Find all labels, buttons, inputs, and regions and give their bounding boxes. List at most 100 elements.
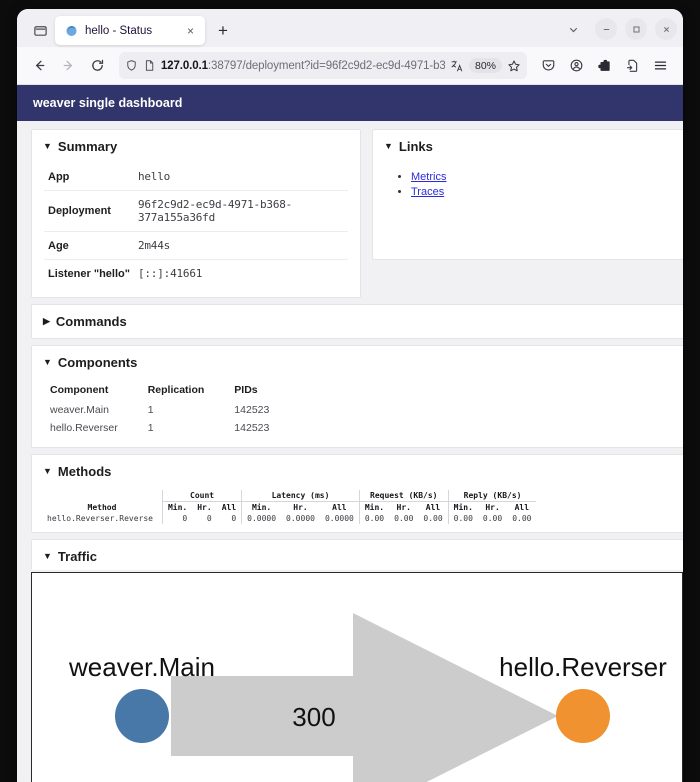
traces-link[interactable]: Traces bbox=[411, 186, 444, 198]
metrics-link[interactable]: Metrics bbox=[411, 171, 446, 183]
dashboard-header: weaver single dashboard bbox=[17, 85, 683, 121]
commands-title: Commands bbox=[55, 314, 127, 329]
source-node-circle[interactable] bbox=[115, 689, 169, 743]
translate-icon[interactable] bbox=[450, 59, 464, 73]
component-pids: 142523 bbox=[234, 422, 270, 434]
url-text[interactable]: 127.0.0.1:38797/deployment?id=96f2c9d2-e… bbox=[161, 60, 445, 72]
table-row: Listener "hello" [::]:41661 bbox=[44, 260, 348, 288]
desktop-background: hello - Status × + 127.0.0.1:38797/deplo… bbox=[0, 0, 700, 782]
star-icon[interactable] bbox=[507, 59, 521, 73]
navigation-toolbar: 127.0.0.1:38797/deployment?id=96f2c9d2-e… bbox=[17, 47, 683, 85]
reply-hr: 0.00 bbox=[482, 514, 503, 523]
url-bar-actions: 80% bbox=[450, 58, 521, 73]
traffic-graph: weaver.Main hello.Reverser 300 bbox=[31, 572, 683, 782]
summary-key: Age bbox=[44, 231, 134, 260]
traffic-graph-svg: weaver.Main hello.Reverser 300 bbox=[68, 613, 667, 782]
links-section-header[interactable]: ▼ Links bbox=[373, 130, 683, 163]
maximize-button[interactable] bbox=[625, 18, 647, 40]
links-caret-icon[interactable]: ▼ bbox=[384, 142, 393, 151]
back-button[interactable] bbox=[26, 52, 53, 79]
dashboard-body: ▼ Summary App hello Deployment 96f2c9d2-… bbox=[17, 121, 683, 782]
reply-all: 0.00 bbox=[512, 514, 532, 523]
zoom-level-badge[interactable]: 80% bbox=[469, 58, 503, 73]
target-node-label: hello.Reverser bbox=[499, 652, 667, 682]
latency-all: 0.0000 bbox=[324, 514, 354, 523]
component-replication: 1 bbox=[147, 404, 154, 416]
save-to-pocket-icon[interactable] bbox=[619, 52, 646, 79]
components-card: ▼ Components Component Replication PIDs … bbox=[31, 345, 683, 448]
column-header-request-all: All bbox=[425, 503, 441, 512]
group-header-reply: Reply (KB/s) bbox=[447, 490, 537, 502]
edge-weight-label: 300 bbox=[292, 702, 335, 732]
toolbar-actions bbox=[535, 52, 674, 79]
request-hr: 0.00 bbox=[394, 514, 414, 523]
account-icon[interactable] bbox=[563, 52, 590, 79]
traffic-caret-icon[interactable]: ▼ bbox=[43, 552, 52, 561]
summary-section-header[interactable]: ▼ Summary bbox=[32, 130, 360, 163]
latency-min: 0.0000 bbox=[241, 513, 282, 524]
request-all: 0.00 bbox=[423, 514, 443, 523]
column-header-count-min: Min. bbox=[161, 501, 193, 513]
summary-table: App hello Deployment 96f2c9d2-ec9d-4971-… bbox=[44, 163, 348, 287]
traffic-title: Traffic bbox=[57, 549, 97, 564]
column-header-count-all: All bbox=[221, 503, 237, 512]
minimize-button[interactable] bbox=[595, 18, 617, 40]
close-window-button[interactable] bbox=[655, 18, 677, 40]
summary-title: Summary bbox=[57, 139, 118, 154]
traffic-section-header[interactable]: ▼ Traffic bbox=[32, 540, 683, 570]
methods-card: ▼ Methods Count Latency (ms) Request (KB… bbox=[31, 454, 683, 533]
url-bar[interactable]: 127.0.0.1:38797/deployment?id=96f2c9d2-e… bbox=[118, 52, 528, 79]
extension-icon[interactable] bbox=[591, 52, 618, 79]
table-header-row: Method Min. Hr. All Min. Hr. All Min. Hr… bbox=[42, 501, 536, 513]
table-row: weaver.Main 1 142523 bbox=[50, 401, 299, 419]
column-header-latency-hr: Hr. bbox=[293, 503, 308, 512]
method-name: hello.Reverser.Reverse bbox=[47, 514, 153, 523]
column-header-reply-all: All bbox=[514, 503, 530, 512]
page-info-icon bbox=[143, 59, 156, 72]
count-min: 0 bbox=[161, 513, 193, 524]
commands-section-header[interactable]: ▶ Commands bbox=[32, 305, 683, 338]
target-node-circle[interactable] bbox=[556, 689, 610, 743]
column-header-method: Method bbox=[87, 502, 117, 512]
pocket-icon[interactable] bbox=[535, 52, 562, 79]
table-group-header-row: Count Latency (ms) Request (KB/s) Reply … bbox=[42, 490, 537, 502]
reply-min: 0.00 bbox=[447, 513, 478, 524]
components-title: Components bbox=[57, 355, 138, 370]
group-header-request: Request (KB/s) bbox=[358, 490, 449, 502]
table-row: Age 2m44s bbox=[44, 231, 348, 260]
methods-body: Count Latency (ms) Request (KB/s) Reply … bbox=[32, 488, 683, 532]
reload-button[interactable] bbox=[84, 52, 111, 79]
count-hr: 0 bbox=[206, 514, 212, 523]
list-item: Traces bbox=[411, 186, 671, 198]
component-name: hello.Reverser bbox=[50, 422, 118, 434]
group-header-count: Count bbox=[161, 490, 242, 502]
window-controls bbox=[559, 16, 677, 47]
commands-caret-icon[interactable]: ▶ bbox=[43, 317, 50, 326]
tab-strip: hello - Status × + bbox=[17, 9, 683, 47]
table-row: App hello bbox=[44, 163, 348, 191]
tab-close-icon[interactable]: × bbox=[183, 23, 198, 38]
new-tab-button[interactable]: + bbox=[210, 18, 236, 44]
source-node-label: weaver.Main bbox=[68, 652, 215, 682]
components-caret-icon[interactable]: ▼ bbox=[43, 358, 52, 367]
component-replication: 1 bbox=[147, 422, 154, 434]
firefox-view-button[interactable] bbox=[25, 16, 55, 44]
column-header-latency-min: Min. bbox=[241, 501, 282, 513]
components-section-header[interactable]: ▼ Components bbox=[32, 346, 683, 379]
summary-caret-icon[interactable]: ▼ bbox=[43, 142, 52, 151]
methods-section-header[interactable]: ▼ Methods bbox=[32, 455, 683, 488]
browser-tab[interactable]: hello - Status × bbox=[55, 16, 205, 45]
traffic-card: ▼ Traffic bbox=[31, 539, 683, 570]
forward-button[interactable] bbox=[55, 52, 82, 79]
column-header-request-hr: Hr. bbox=[396, 503, 411, 512]
browser-window: hello - Status × + 127.0.0.1:38797/deplo… bbox=[17, 9, 683, 782]
summary-card: ▼ Summary App hello Deployment 96f2c9d2-… bbox=[31, 129, 361, 298]
tab-list-chevron-down-icon[interactable] bbox=[559, 16, 587, 42]
methods-caret-icon[interactable]: ▼ bbox=[43, 467, 52, 476]
component-name: weaver.Main bbox=[50, 404, 109, 416]
column-header-reply-hr: Hr. bbox=[485, 503, 500, 512]
list-item: Metrics bbox=[411, 171, 671, 183]
table-row: hello.Reverser.Reverse 0 0 0 0.0000 0.00… bbox=[42, 513, 536, 524]
latency-hr: 0.0000 bbox=[286, 514, 315, 523]
app-menu-button[interactable] bbox=[647, 52, 674, 79]
